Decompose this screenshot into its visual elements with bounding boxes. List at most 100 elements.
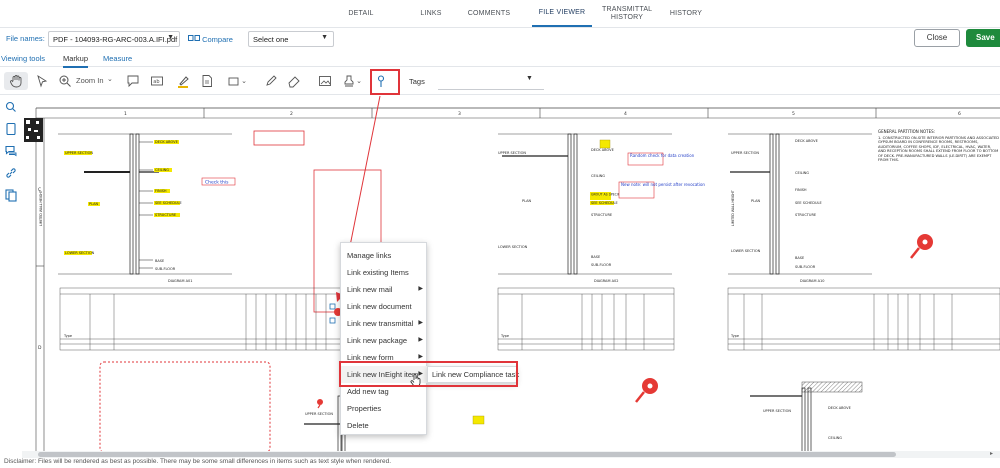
partition-schedule-table xyxy=(497,287,675,351)
map-pin-marker[interactable] xyxy=(317,399,323,409)
chevron-down-icon: ⌄ xyxy=(107,76,113,83)
image-tool-button[interactable] xyxy=(318,72,332,90)
tab-comments[interactable]: COMMENTS xyxy=(465,0,513,27)
tab-viewing-tools[interactable]: Viewing tools xyxy=(1,54,45,63)
select-tool-button[interactable] xyxy=(35,72,49,90)
close-button[interactable]: Close xyxy=(914,29,960,47)
hand-icon xyxy=(10,75,22,88)
diagram-label: DIAGRAM A01 xyxy=(168,279,192,283)
chevron-right-icon: ▶ xyxy=(418,320,423,326)
stamp-dropdown[interactable]: ⌄ xyxy=(340,72,364,90)
compare-icon xyxy=(188,35,200,41)
tab-file-viewer[interactable]: FILE VIEWER xyxy=(532,0,592,27)
lower-section-label: LOWER SECTION xyxy=(65,251,95,255)
drawing-canvas[interactable]: 1 2 3 4 5 6 C D UPPER SECTION LOWER SECT… xyxy=(22,96,1000,452)
tab-markup[interactable]: Markup xyxy=(63,54,89,68)
eraser-icon xyxy=(288,76,300,88)
menu-link-new-document[interactable]: Link new document xyxy=(341,298,428,315)
menu-link-existing-items[interactable]: Link existing Items xyxy=(341,264,428,281)
comment-tool-button[interactable] xyxy=(126,72,140,90)
deck-above-label: DECK ABOVE xyxy=(155,140,178,144)
tab-transmittal-history[interactable]: TRANSMITTAL HISTORY xyxy=(602,0,652,27)
drawing-sheet[interactable]: 1 2 3 4 5 6 C D UPPER SECTION LOWER SECT… xyxy=(22,96,1000,452)
comment-marker[interactable] xyxy=(472,415,485,425)
text-note: Random check for data creation xyxy=(630,153,695,158)
menu-link-new-transmittal[interactable]: Link new transmittal ▶ xyxy=(341,315,428,332)
menu-properties[interactable]: Properties xyxy=(341,400,428,417)
file-select[interactable]: PDF - 104093-RG-ARC-003.A.IFI.pdf ▼ xyxy=(48,31,180,47)
menu-delete[interactable]: Delete xyxy=(341,417,428,434)
zoom-label: Zoom In xyxy=(76,76,104,85)
partition-diagram-bottom-right: UPPER SECTION DECK ABOVE CEILING xyxy=(750,381,863,452)
compare-select[interactable]: Select one ▼ xyxy=(248,31,334,47)
see-schedule-label: SEE SCHEDULE xyxy=(155,201,182,205)
ruler-label: 5 xyxy=(792,111,795,117)
ruler-label: 1 xyxy=(124,111,127,117)
revision-cloud[interactable] xyxy=(99,361,271,452)
ceiling-label: CEILING xyxy=(795,171,809,175)
map-pin-marker[interactable] xyxy=(910,234,933,259)
pages-icon[interactable] xyxy=(4,122,18,136)
scrollbar-thumb[interactable] xyxy=(38,452,896,457)
menu-link-new-package[interactable]: Link new package ▶ xyxy=(341,332,428,349)
upper-section-label: UPPER SECTION xyxy=(763,409,791,413)
markup-toolbar: Zoom In ⌄ ab ⌄ ⌄ Tags ▼ xyxy=(0,67,1000,95)
table-type-header: Type xyxy=(63,334,72,338)
structure-label: STRUCTURE xyxy=(155,213,176,217)
left-sidebar xyxy=(0,96,22,456)
deck-above-label: DECK ABOVE xyxy=(828,406,851,410)
ceiling-label: CEILING xyxy=(155,168,169,172)
pin-tool-highlight xyxy=(370,69,400,95)
search-icon[interactable] xyxy=(4,100,18,114)
stamp-tool-button[interactable] xyxy=(200,72,214,90)
shape-tool-dropdown[interactable]: ⌄ xyxy=(226,72,248,90)
viewer-subtabs: Viewing tools Markup Measure xyxy=(0,50,1000,68)
file-bar: File names: PDF - 104093-RG-ARC-003.A.IF… xyxy=(0,28,1000,50)
text-box-icon: ab xyxy=(151,76,163,86)
compare-link[interactable]: Compare xyxy=(188,34,233,44)
scroll-right-icon[interactable]: ▸ xyxy=(990,450,993,457)
context-menu: Manage links Link existing Items Link ne… xyxy=(340,242,428,435)
general-notes-block: 1. CONSTRUCTED ON-SITE INTERIOR PARTITIO… xyxy=(878,136,999,162)
comment-marker[interactable] xyxy=(599,139,611,149)
see-schedule-label: SEE SCHEDULE xyxy=(591,201,618,205)
highlighter-tool-button[interactable] xyxy=(175,72,191,90)
tab-links[interactable]: LINKS xyxy=(418,0,444,27)
lower-section-label: LOWER SECTION xyxy=(498,245,528,249)
pen-tool-button[interactable] xyxy=(264,72,278,90)
chevron-down-icon: ▼ xyxy=(526,75,533,82)
tab-history[interactable]: HISTORY xyxy=(668,0,704,27)
disclaimer-text: Disclaimer: Files will be rendered as be… xyxy=(4,458,392,465)
chevron-right-icon: ▶ xyxy=(418,286,423,292)
eraser-tool-button[interactable] xyxy=(287,72,301,90)
save-button[interactable]: Save xyxy=(966,29,1000,47)
text-note: New note: will not persist after revocat… xyxy=(621,182,705,187)
menu-item-label: Link new mail xyxy=(347,285,393,294)
tags-select[interactable]: ▼ xyxy=(438,72,544,90)
chevron-down-icon: ⌄ xyxy=(356,78,362,85)
svg-text:LIMITED WALL HEIGHT: LIMITED WALL HEIGHT xyxy=(39,190,43,226)
comments-icon[interactable] xyxy=(4,144,18,158)
sub-floor-label: SUB-FLOOR xyxy=(795,265,816,269)
markup-rectangle[interactable] xyxy=(253,130,305,146)
row-mark: D xyxy=(38,345,42,351)
tab-detail[interactable]: DETAIL xyxy=(346,0,376,27)
map-pin-marker[interactable] xyxy=(635,378,658,403)
horizontal-scrollbar[interactable]: ▸ xyxy=(22,451,1000,458)
partition-schedule-table xyxy=(727,287,1000,351)
menu-link-new-mail[interactable]: Link new mail ▶ xyxy=(341,281,428,298)
tab-measure[interactable]: Measure xyxy=(103,54,132,63)
link-icon[interactable] xyxy=(4,166,18,180)
plan-label: PLAN xyxy=(751,199,761,203)
menu-manage-links[interactable]: Manage links xyxy=(341,247,428,264)
deck-above-label: DECK ABOVE xyxy=(795,139,818,143)
zoom-in-dropdown[interactable]: Zoom In ⌄ xyxy=(54,72,114,90)
see-schedule-label: SEE SCHEDULE xyxy=(795,201,822,205)
layers-icon[interactable] xyxy=(4,188,18,202)
text-box-tool-button[interactable]: ab xyxy=(150,72,164,90)
text-note: Check this xyxy=(205,180,229,186)
zoom-in-icon xyxy=(59,75,71,87)
ruler-label: 2 xyxy=(290,111,293,117)
pan-tool-button[interactable] xyxy=(4,72,28,90)
base-label: BASE xyxy=(795,256,804,260)
